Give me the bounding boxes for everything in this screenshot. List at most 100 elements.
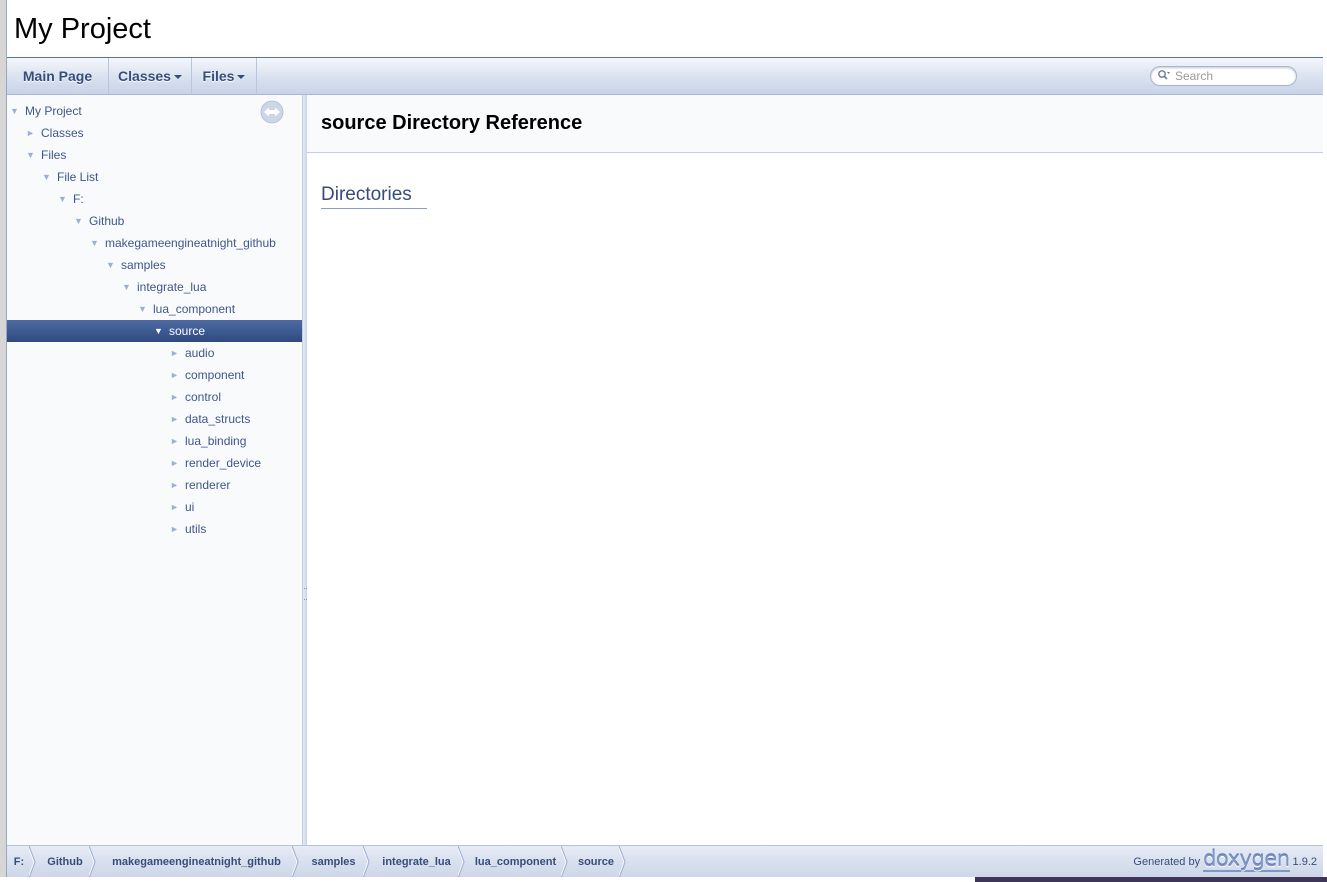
tree-item[interactable]: ▼ Github: [7, 210, 302, 232]
main-navbar: Main Page Classes Files: [7, 58, 1323, 95]
tree-item-label[interactable]: source: [169, 320, 205, 342]
tree-item-label[interactable]: utils: [185, 518, 206, 540]
tree-item[interactable]: ► control: [7, 386, 302, 408]
breadcrumb-item[interactable]: samples: [302, 846, 365, 878]
nav-files-label: Files: [202, 68, 235, 84]
tree-item[interactable]: ▼ source: [7, 320, 302, 342]
chevron-down-icon: [173, 75, 182, 80]
expanded-arrow-icon[interactable]: ▼: [74, 210, 84, 232]
collapsed-arrow-icon[interactable]: ►: [170, 408, 180, 430]
tree-item[interactable]: ► renderer: [7, 474, 302, 496]
collapsed-arrow-icon[interactable]: ►: [170, 474, 180, 496]
tree-item-label[interactable]: My Project: [25, 100, 82, 122]
tree-item-label[interactable]: render_device: [185, 452, 261, 474]
tree-item-label[interactable]: makegameengineatnight_github: [105, 232, 276, 254]
tree-item-label[interactable]: ui: [185, 496, 194, 518]
tree-item[interactable]: ▼ File List: [7, 166, 302, 188]
nav-classes-label: Classes: [118, 68, 171, 84]
collapsed-arrow-icon[interactable]: ►: [26, 122, 36, 144]
breadcrumb: Generated by doxygen 1.9.2 F: Github makegam…: [7, 845, 1323, 878]
collapsed-arrow-icon[interactable]: ►: [170, 386, 180, 408]
expanded-arrow-icon[interactable]: ▼: [42, 166, 52, 188]
nav-main-page[interactable]: Main Page: [7, 58, 109, 94]
doxygen-version: 1.9.2: [1292, 856, 1317, 868]
section-heading-directories: Directories: [321, 184, 427, 209]
tree-item-label[interactable]: samples: [121, 254, 166, 276]
search-icon[interactable]: [1157, 69, 1171, 83]
expanded-arrow-icon[interactable]: ▼: [58, 188, 68, 210]
tree-item-label[interactable]: Files: [41, 144, 66, 166]
project-name: My Project: [14, 13, 151, 45]
tree-item-label[interactable]: renderer: [185, 474, 230, 496]
breadcrumb-separator-icon: [458, 846, 465, 878]
tree-item[interactable]: ► lua_binding: [7, 430, 302, 452]
breadcrumb-item[interactable]: makegameengineatnight_github: [99, 846, 294, 878]
chevron-down-icon: [237, 75, 246, 80]
breadcrumb-separator-icon: [561, 846, 568, 878]
title-area: My Project: [7, 0, 1323, 58]
breadcrumb-item[interactable]: F:: [7, 846, 31, 878]
breadcrumb-item[interactable]: source: [571, 846, 621, 878]
nav-main-page-label: Main Page: [22, 68, 93, 84]
tree-item[interactable]: ▼ My Project: [7, 100, 302, 122]
collapsed-arrow-icon[interactable]: ►: [170, 496, 180, 518]
tree-item-label[interactable]: component: [185, 364, 244, 386]
tree-item-label[interactable]: integrate_lua: [137, 276, 206, 298]
breadcrumb-item[interactable]: lua_component: [468, 846, 563, 878]
tree-item[interactable]: ▼ Files: [7, 144, 302, 166]
tree-item-label[interactable]: File List: [57, 166, 98, 188]
nav-classes-menu[interactable]: Classes: [109, 58, 192, 94]
tree-item-label[interactable]: Github: [89, 210, 124, 232]
expanded-arrow-icon[interactable]: ▼: [10, 100, 20, 122]
search-input[interactable]: [1175, 68, 1287, 84]
tree-item[interactable]: ▼ makegameengineatnight_github: [7, 232, 302, 254]
tree-item[interactable]: ▼ lua_component: [7, 298, 302, 320]
generated-by-label: Generated by: [1133, 856, 1201, 868]
collapsed-arrow-icon[interactable]: ►: [170, 452, 180, 474]
tree-item-label[interactable]: Classes: [41, 122, 84, 144]
expanded-arrow-icon[interactable]: ▼: [154, 320, 164, 342]
expanded-arrow-icon[interactable]: ▼: [106, 254, 116, 276]
breadcrumb-separator-icon: [292, 846, 299, 878]
tree-item[interactable]: ► utils: [7, 518, 302, 540]
tree-item-label[interactable]: data_structs: [185, 408, 250, 430]
expanded-arrow-icon[interactable]: ▼: [90, 232, 100, 254]
breadcrumb-separator-icon: [29, 846, 36, 878]
tree-item[interactable]: ► component: [7, 364, 302, 386]
collapsed-arrow-icon[interactable]: ►: [170, 364, 180, 386]
collapsed-arrow-icon[interactable]: ►: [170, 518, 180, 540]
expanded-arrow-icon[interactable]: ▼: [122, 276, 132, 298]
tree-item-label[interactable]: lua_component: [153, 298, 235, 320]
breadcrumb-separator-icon: [619, 846, 626, 878]
nav-tree: ▼ My Project ► Classes ▼ Files ▼ File List ▼ F: ▼ G…: [7, 95, 302, 845]
page-title: source Directory Reference: [321, 112, 583, 134]
tree-item[interactable]: ► data_structs: [7, 408, 302, 430]
tree-item[interactable]: ► ui: [7, 496, 302, 518]
collapsed-arrow-icon[interactable]: ►: [170, 430, 180, 452]
generated-by: Generated by doxygen 1.9.2: [1133, 846, 1317, 878]
tree-item[interactable]: ▼ integrate_lua: [7, 276, 302, 298]
search-box[interactable]: [1150, 66, 1297, 86]
collapsed-arrow-icon[interactable]: ►: [170, 342, 180, 364]
tree-item-label[interactable]: F:: [73, 188, 84, 210]
expanded-arrow-icon[interactable]: ▼: [26, 144, 36, 166]
main-content: source Directory Reference Directories: [307, 95, 1323, 845]
tree-item-label[interactable]: lua_binding: [185, 430, 246, 452]
taskbar-fragment: [975, 877, 1327, 882]
content-header: source Directory Reference: [307, 95, 1323, 153]
breadcrumb-item[interactable]: integrate_lua: [373, 846, 460, 878]
breadcrumb-separator-icon: [89, 846, 96, 878]
expanded-arrow-icon[interactable]: ▼: [138, 298, 148, 320]
doxygen-window: My Project Main Page Classes Files ▼My P…: [6, 0, 1324, 882]
tree-item[interactable]: ▼ F:: [7, 188, 302, 210]
doxygen-logo[interactable]: doxygen: [1203, 848, 1290, 873]
tree-item-label[interactable]: control: [185, 386, 221, 408]
tree-item[interactable]: ▼ samples: [7, 254, 302, 276]
tree-item[interactable]: ► render_device: [7, 452, 302, 474]
breadcrumb-item[interactable]: Github: [39, 846, 91, 878]
breadcrumb-separator-icon: [363, 846, 370, 878]
tree-item[interactable]: ► Classes: [7, 122, 302, 144]
tree-item[interactable]: ► audio: [7, 342, 302, 364]
nav-files-menu[interactable]: Files: [192, 58, 257, 94]
tree-item-label[interactable]: audio: [185, 342, 214, 364]
